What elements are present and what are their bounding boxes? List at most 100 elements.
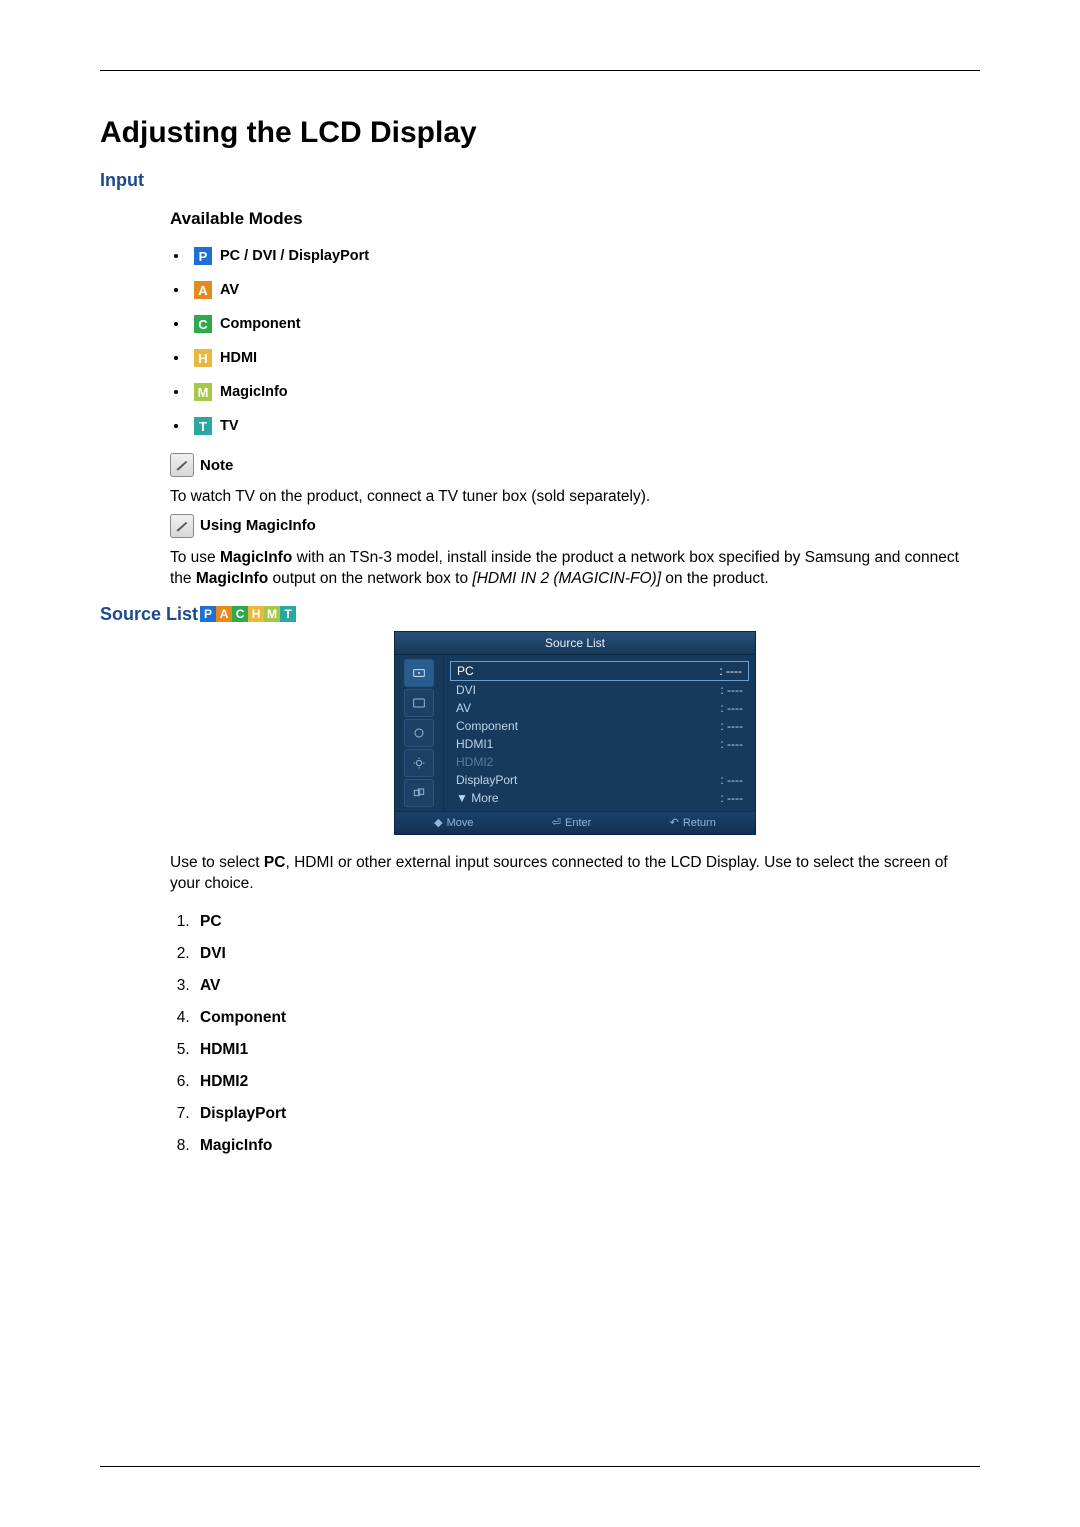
osd-row-label: DVI [456, 683, 476, 697]
mode-label: Component [220, 316, 301, 332]
text-fragment: To use [170, 549, 220, 566]
osd-sound-icon [404, 719, 434, 747]
osd-row-label: ▼ More [456, 791, 499, 805]
osd-setup-icon [404, 749, 434, 777]
list-item-label: HDMI1 [200, 1041, 248, 1058]
content-block: Available Modes P PC / DVI / DisplayPort… [170, 209, 980, 590]
using-magicinfo-row: Using MagicInfo [170, 514, 980, 538]
osd-menu: Source List PC: ‑‑‑‑ DVI: ‑‑‑‑ AV: ‑‑‑‑ … [394, 631, 756, 835]
osd-foot-label: Move [447, 817, 474, 829]
mode-label: AV [220, 282, 239, 298]
osd-row-value: : ‑‑‑‑ [720, 737, 743, 751]
text-bold: MagicInfo [220, 549, 292, 566]
source-list-heading-row: Source List P A C H M T [100, 604, 980, 625]
mode-item-pc: P PC / DVI / DisplayPort [170, 247, 980, 265]
osd-row-pc: PC : ‑‑‑‑ [450, 661, 749, 681]
note-text: To watch TV on the product, connect a TV… [170, 487, 980, 508]
list-item: HDMI2 [194, 1073, 980, 1091]
bullet-icon [174, 288, 178, 292]
osd-row-component: Component : ‑‑‑‑ [450, 717, 749, 735]
osd-row-value: : ‑‑‑‑ [720, 773, 743, 787]
list-item: MagicInfo [194, 1137, 980, 1155]
osd-row-value: : ‑‑‑‑ [719, 664, 742, 678]
list-item: AV [194, 977, 980, 995]
osd-row-value: : ‑‑‑‑ [720, 701, 743, 715]
source-description: Use to select PC, HDMI or other external… [170, 853, 980, 895]
modes-list: P PC / DVI / DisplayPort A AV C Componen… [170, 247, 980, 435]
list-item-label: MagicInfo [200, 1137, 272, 1154]
osd-screenshot: Source List PC: ‑‑‑‑ DVI: ‑‑‑‑ AV: ‑‑‑‑ … [170, 631, 980, 835]
note-row: Note [170, 453, 980, 477]
osd-input-icon [404, 659, 434, 687]
osd-footer: ◆ Move ⏎ Enter ↶ Return [395, 811, 755, 834]
osd-foot-return: ↶ Return [670, 816, 716, 829]
list-item: DVI [194, 945, 980, 963]
mode-item-hdmi: H HDMI [170, 349, 980, 367]
bullet-icon [174, 390, 178, 394]
a-badge-icon: A [216, 606, 232, 622]
mode-label: HDMI [220, 350, 257, 366]
osd-multi-icon [404, 779, 434, 807]
text-fragment: , HDMI or other external input sources c… [170, 854, 948, 892]
osd-picture-icon [404, 689, 434, 717]
list-item: PC [194, 913, 980, 931]
osd-row-label: Component [456, 719, 518, 733]
mode-item-magicinfo: M MagicInfo [170, 383, 980, 401]
osd-row-label: AV [456, 701, 471, 715]
section-input-heading: Input [100, 170, 980, 191]
list-item-label: HDMI2 [200, 1073, 248, 1090]
note-icon [170, 453, 194, 477]
list-item-label: PC [200, 913, 222, 930]
list-item-label: AV [200, 977, 220, 994]
h-badge-icon: H [194, 349, 212, 367]
osd-foot-enter: ⏎ Enter [552, 816, 592, 829]
list-item: DisplayPort [194, 1105, 980, 1123]
mode-label: TV [220, 418, 239, 434]
source-numbered-list: PC DVI AV Component HDMI1 HDMI2 DisplayP… [170, 913, 980, 1155]
osd-row-hdmi2: HDMI2 [450, 753, 749, 771]
h-badge-icon: H [248, 606, 264, 622]
list-item-label: DVI [200, 945, 226, 962]
osd-body: PC: ‑‑‑‑ DVI: ‑‑‑‑ AV: ‑‑‑‑ Component: ‑… [395, 655, 755, 811]
osd-row-value: : ‑‑‑‑ [720, 719, 743, 733]
text-italic: [HDMI IN 2 (MAGICIN-FO)] [472, 570, 661, 587]
source-badge-strip: P A C H M T [200, 606, 296, 622]
osd-row-av: AV : ‑‑‑‑ [450, 699, 749, 717]
c-badge-icon: C [232, 606, 248, 622]
osd-row-displayport: DisplayPort : ‑‑‑‑ [450, 771, 749, 789]
rule-bottom [100, 1466, 980, 1467]
note-label: Note [200, 457, 233, 474]
m-badge-icon: M [194, 383, 212, 401]
osd-row-label: HDMI2 [456, 755, 493, 769]
a-badge-icon: A [194, 281, 212, 299]
mode-item-tv: T TV [170, 417, 980, 435]
osd-title: Source List [395, 632, 755, 655]
bullet-icon [174, 254, 178, 258]
osd-foot-label: Return [683, 817, 716, 829]
page-title: Adjusting the LCD Display [100, 116, 980, 150]
mode-item-component: C Component [170, 315, 980, 333]
t-badge-icon: T [194, 417, 212, 435]
mode-label: PC / DVI / DisplayPort [220, 248, 369, 264]
t-badge-icon: T [280, 606, 296, 622]
text-fragment: Use to select [170, 854, 264, 871]
text-fragment: output on the network box to [268, 570, 472, 587]
p-badge-icon: P [200, 606, 216, 622]
list-item: HDMI1 [194, 1041, 980, 1059]
osd-row-label: PC [457, 664, 474, 678]
mode-item-av: A AV [170, 281, 980, 299]
rule-top [100, 70, 980, 71]
rule-bottom-wrap [100, 1466, 980, 1467]
osd-foot-move: ◆ Move [434, 816, 473, 829]
osd-row-more: ▼ More : ‑‑‑‑ [450, 789, 749, 807]
osd-row-label: DisplayPort [456, 773, 517, 787]
list-item-label: Component [200, 1009, 286, 1026]
osd-row-value: : ‑‑‑‑ [720, 791, 743, 805]
text-bold: MagicInfo [196, 570, 268, 587]
list-item: Component [194, 1009, 980, 1027]
bullet-icon [174, 356, 178, 360]
c-badge-icon: C [194, 315, 212, 333]
osd-row-dvi: DVI: ‑‑‑‑ [450, 681, 749, 699]
document-page: Adjusting the LCD Display Input Availabl… [0, 0, 1080, 1527]
osd-sidebar [395, 655, 444, 811]
